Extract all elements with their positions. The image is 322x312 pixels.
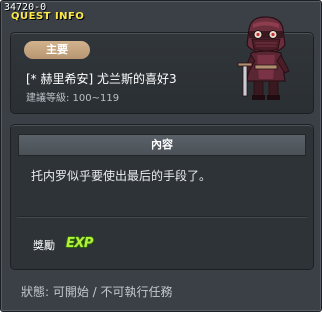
quest-status: 狀態: 可開始 / 不可執行任務 <box>21 285 173 299</box>
quest-name: [* 赫里希安] 尤兰斯的喜好3 <box>26 72 177 86</box>
masked-hunter-npc-icon <box>237 16 290 100</box>
quest-info-window: 34720-0 QUEST INFO 主要 [* 赫里希安] 尤兰斯的喜好3 建… <box>0 0 322 312</box>
quest-type-badge: 主要 <box>24 41 90 59</box>
reward-label: 獎勵 <box>33 239 55 252</box>
content-section-header: 內容 <box>18 134 306 156</box>
quest-level-requirement: 建議等級: 100~119 <box>26 93 120 104</box>
quest-content-panel: 內容 托内罗似乎要使出最后的手段了。 獎勵 EXP <box>10 124 314 270</box>
quest-header-panel: 主要 [* 赫里希安] 尤兰斯的喜好3 建議等級: 100~119 <box>10 16 314 114</box>
divider <box>17 216 307 217</box>
exp-reward-icon[interactable]: EXP <box>66 233 100 255</box>
quest-description: 托内罗似乎要使出最后的手段了。 <box>31 169 212 183</box>
window-title: QUEST INFO <box>11 11 85 22</box>
